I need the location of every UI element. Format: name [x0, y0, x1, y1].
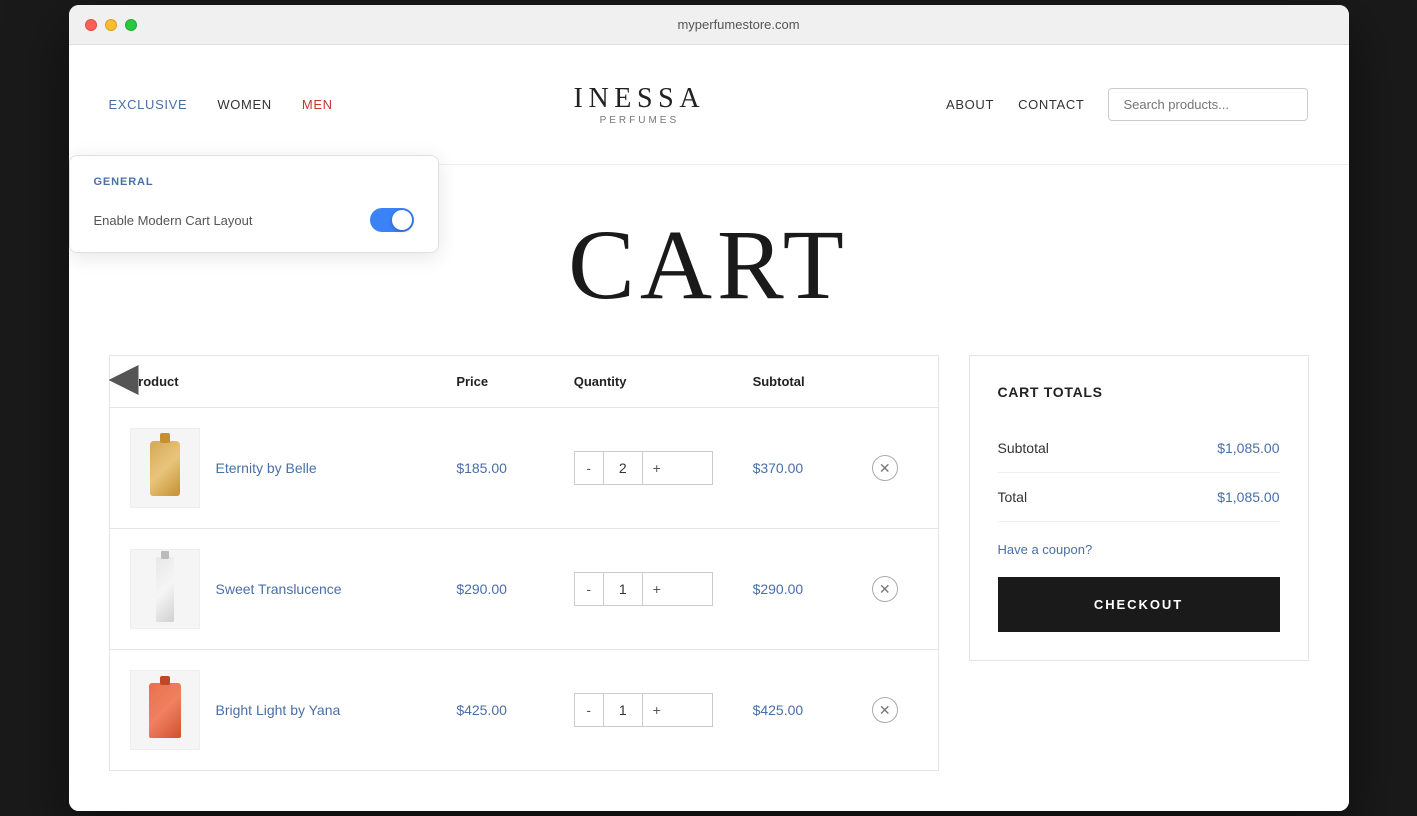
qty-increase-btn[interactable]: +: [643, 694, 671, 726]
nav-men[interactable]: MEN: [302, 97, 333, 112]
logo: INESSA PERFUMES: [574, 83, 706, 126]
subtotal-label: Subtotal: [998, 440, 1049, 456]
qty-input[interactable]: [603, 452, 643, 484]
settings-section-title: GENERAL: [94, 176, 414, 188]
qty-decrease-btn[interactable]: -: [575, 573, 603, 605]
col-remove: [852, 356, 938, 408]
qty-input[interactable]: [603, 694, 643, 726]
subtotal-cell: $370.00: [733, 408, 852, 529]
col-quantity: Quantity: [554, 356, 733, 408]
subtotal-value: $1,085.00: [1217, 440, 1279, 456]
logo-name: INESSA: [574, 83, 706, 115]
product-image: [130, 549, 200, 629]
coupon-link[interactable]: Have a coupon?: [998, 542, 1280, 557]
remove-item-btn[interactable]: ✕: [872, 455, 898, 481]
table-row: Bright Light by Yana $425.00 - +: [109, 650, 938, 771]
total-row: Total $1,085.00: [998, 473, 1280, 522]
product-cell: Sweet Translucence: [130, 549, 417, 629]
price-cell: $425.00: [436, 650, 553, 771]
remove-item-btn[interactable]: ✕: [872, 697, 898, 723]
price-cell: $185.00: [436, 408, 553, 529]
price-cell: $290.00: [436, 529, 553, 650]
bottle-icon: [149, 683, 181, 738]
subtotal-row: Subtotal $1,085.00: [998, 424, 1280, 473]
total-label: Total: [998, 489, 1028, 505]
qty-decrease-btn[interactable]: -: [575, 452, 603, 484]
qty-increase-btn[interactable]: +: [643, 573, 671, 605]
toggle-knob: [392, 210, 412, 230]
enable-modern-cart-toggle[interactable]: [370, 208, 414, 232]
qty-control: - +: [574, 451, 713, 485]
col-product: Product: [109, 356, 436, 408]
nav-about[interactable]: ABOUT: [946, 97, 994, 112]
nav-exclusive[interactable]: EXCLUSIVE: [109, 97, 188, 112]
qty-increase-btn[interactable]: +: [643, 452, 671, 484]
col-subtotal: Subtotal: [733, 356, 852, 408]
nav-left: EXCLUSIVE WOMEN MEN: [109, 97, 333, 112]
qty-input[interactable]: [603, 573, 643, 605]
logo-sub: PERFUMES: [574, 115, 706, 126]
product-name[interactable]: Bright Light by Yana: [216, 702, 341, 718]
site-header: EXCLUSIVE WOMEN MEN INESSA PERFUMES ABOU…: [69, 45, 1349, 165]
minimize-icon[interactable]: [105, 19, 117, 31]
product-image: [130, 428, 200, 508]
product-cell: Eternity by Belle: [130, 428, 417, 508]
nav-contact[interactable]: CONTACT: [1018, 97, 1084, 112]
subtotal-cell: $290.00: [733, 529, 852, 650]
total-value: $1,085.00: [1217, 489, 1279, 505]
search-input[interactable]: [1108, 88, 1308, 121]
nav-right: ABOUT CONTACT: [946, 88, 1308, 121]
qty-decrease-btn[interactable]: -: [575, 694, 603, 726]
product-cell: Bright Light by Yana: [130, 670, 417, 750]
settings-row: Enable Modern Cart Layout: [94, 208, 414, 232]
bottle-icon: [150, 441, 180, 496]
qty-control: - +: [574, 572, 713, 606]
remove-item-btn[interactable]: ✕: [872, 576, 898, 602]
maximize-icon[interactable]: [125, 19, 137, 31]
nav-women[interactable]: WOMEN: [217, 97, 272, 112]
browser-window: myperfumestore.com EXCLUSIVE WOMEN MEN I…: [69, 5, 1349, 811]
checkout-button[interactable]: CHECKOUT: [998, 577, 1280, 632]
qty-control: - +: [574, 693, 713, 727]
subtotal-cell: $425.00: [733, 650, 852, 771]
cart-totals-title: CART TOTALS: [998, 384, 1280, 400]
browser-chrome: myperfumestore.com: [69, 5, 1349, 45]
cart-layout: Product Price Quantity Subtotal: [109, 355, 1309, 771]
bottle-icon: [156, 557, 174, 622]
table-row: Eternity by Belle $185.00 - +: [109, 408, 938, 529]
col-price: Price: [436, 356, 553, 408]
cart-table: Product Price Quantity Subtotal: [109, 355, 939, 771]
url-bar: myperfumestore.com: [145, 17, 1333, 32]
product-name[interactable]: Eternity by Belle: [216, 460, 317, 476]
product-name[interactable]: Sweet Translucence: [216, 581, 342, 597]
settings-panel: GENERAL Enable Modern Cart Layout: [69, 155, 439, 253]
close-icon[interactable]: [85, 19, 97, 31]
site-content: GENERAL Enable Modern Cart Layout CART: [69, 165, 1349, 811]
cart-table-wrap: Product Price Quantity Subtotal: [109, 355, 939, 771]
table-row: Sweet Translucence $290.00 - +: [109, 529, 938, 650]
cart-sidebar: CART TOTALS Subtotal $1,085.00 Total $1,…: [969, 355, 1309, 661]
toggle-label: Enable Modern Cart Layout: [94, 213, 253, 228]
product-image: [130, 670, 200, 750]
